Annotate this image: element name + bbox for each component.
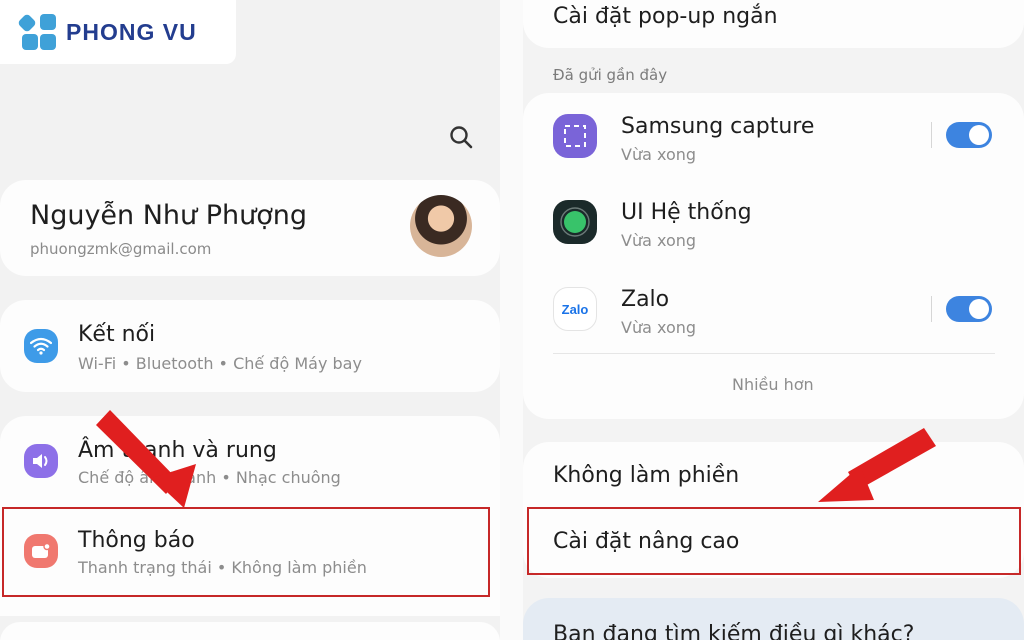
app-name: Samsung capture	[621, 114, 815, 139]
settings-item-title: Âm thanh và rung	[78, 438, 277, 463]
settings-item-title: Cài đặt pop-up ngắn	[553, 4, 778, 29]
zalo-icon: Zalo	[553, 287, 597, 331]
app-name: UI Hệ thống	[621, 200, 752, 225]
settings-item-next[interactable]	[0, 622, 500, 640]
search-suggestion-title: Bạn đang tìm kiếm điều gì khác?	[553, 622, 915, 640]
brand-name: PHONG VU	[66, 18, 197, 45]
section-label: Đã gửi gần đây	[553, 66, 668, 84]
highlight-box	[2, 507, 490, 597]
highlight-box	[527, 507, 1021, 575]
notifications-screen: Cài đặt pop-up ngắn Đã gửi gần đây Samsu…	[523, 0, 1024, 640]
app-time: Vừa xong	[621, 318, 697, 337]
samsung-capture-toggle[interactable]	[946, 122, 992, 148]
zalo-toggle[interactable]	[946, 296, 992, 322]
account-name: Nguyễn Như Phượng	[30, 200, 308, 231]
settings-item-subtitle: Wi-Fi • Bluetooth • Chế độ Máy bay	[78, 354, 362, 373]
account-email: phuongzmk@gmail.com	[30, 240, 212, 258]
app-time: Vừa xong	[621, 145, 697, 164]
settings-item-subtitle: Chế độ âm thanh • Nhạc chuông	[78, 468, 341, 487]
divider-line	[553, 353, 995, 354]
panel-divider	[500, 0, 523, 640]
system-ui-icon	[553, 200, 597, 244]
app-time: Vừa xong	[621, 231, 697, 250]
app-row-system-ui[interactable]	[523, 186, 1024, 262]
toggle-separator	[931, 122, 932, 148]
speaker-icon	[24, 444, 58, 478]
settings-main-screen: PHONG VU Nguyễn Như Phượng phuongzmk@gma…	[0, 0, 500, 640]
avatar[interactable]	[410, 195, 472, 257]
screenshot-composite: PHONG VU Nguyễn Như Phượng phuongzmk@gma…	[0, 0, 1024, 640]
app-name: Zalo	[621, 287, 670, 312]
settings-item-connections[interactable]	[0, 300, 500, 392]
brand-logo: PHONG VU	[0, 0, 236, 64]
zalo-icon-label: Zalo	[561, 301, 589, 317]
wifi-icon	[24, 329, 58, 363]
toggle-separator	[931, 296, 932, 322]
settings-item-title: Không làm phiền	[553, 463, 740, 488]
search-icon[interactable]	[448, 124, 474, 150]
settings-item-title: Kết nối	[78, 322, 156, 347]
logo-mark-icon	[17, 12, 60, 52]
samsung-capture-icon	[553, 114, 597, 158]
more-link[interactable]: Nhiều hơn	[732, 375, 814, 394]
